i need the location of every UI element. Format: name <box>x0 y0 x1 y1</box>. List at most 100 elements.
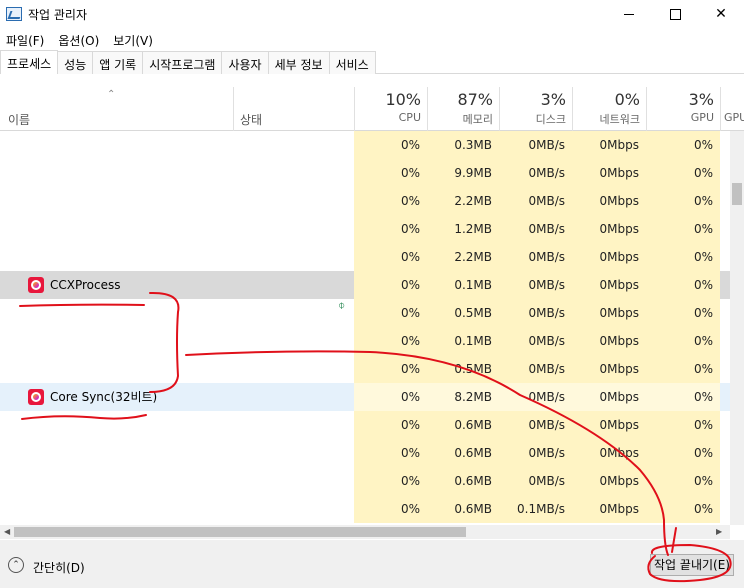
cell-gpu: 0% <box>646 299 720 327</box>
cell-net: 0Mbps <box>572 131 646 159</box>
cell-mem: 8.2MB <box>427 383 499 411</box>
cell-disk: 0MB/s <box>499 327 572 355</box>
table-row[interactable]: 0% 2.2MB 0MB/s 0Mbps 0% <box>0 187 730 215</box>
cell-net: 0Mbps <box>572 159 646 187</box>
maximize-button[interactable] <box>652 0 698 28</box>
table-row[interactable]: 0% 0.6MB 0MB/s 0Mbps 0% <box>0 467 730 495</box>
process-name: CCXProcess <box>50 278 121 292</box>
horizontal-scroll-thumb[interactable] <box>14 527 466 537</box>
window-title: 작업 관리자 <box>28 8 88 22</box>
cpu-label: CPU <box>398 111 421 124</box>
leaf-icon: ⌽ <box>338 298 346 312</box>
column-gpu[interactable]: 3% GPU <box>646 87 720 131</box>
column-memory[interactable]: 87% 메모리 <box>427 87 499 131</box>
cell-cpu: 0% <box>354 439 427 467</box>
column-disk[interactable]: 3% 디스크 <box>499 87 572 131</box>
cell-cpu: 0% <box>354 355 427 383</box>
table-row[interactable]: 0% 0.6MB 0MB/s 0Mbps 0% <box>0 439 730 467</box>
scroll-left-icon[interactable]: ◀ <box>4 527 10 536</box>
cell-gpu: 0% <box>646 467 720 495</box>
cell-gpu: 0% <box>646 271 720 299</box>
menu-file[interactable]: 파일(F) <box>0 29 52 49</box>
cell-cpu: 0% <box>354 299 427 327</box>
table-row[interactable]: 0% 9.9MB 0MB/s 0Mbps 0% <box>0 159 730 187</box>
column-name[interactable]: 이름 <box>8 111 30 128</box>
menu-view[interactable]: 보기(V) <box>107 29 161 49</box>
table-row[interactable]: 0% 0.3MB 0MB/s 0Mbps 0% <box>0 131 730 159</box>
end-task-button[interactable]: 작업 끝내기(E) <box>650 554 734 576</box>
creative-cloud-icon <box>28 389 44 405</box>
gpu-engine-label: GPU <box>724 111 744 124</box>
cell-gpu: 0% <box>646 243 720 271</box>
tab-bar: 프로세스 성능 앱 기록 시작프로그램 사용자 세부 정보 서비스 <box>0 50 744 74</box>
gpu-percent: 3% <box>688 90 714 109</box>
fewer-details-link[interactable]: 간단히(D) <box>33 559 85 576</box>
cell-gpu: 0% <box>646 411 720 439</box>
close-button[interactable]: ✕ <box>698 0 744 28</box>
process-list: 0% 0.3MB 0MB/s 0Mbps 0% 0% 9.9MB 0MB/s 0Mbps 0% 0%… <box>0 131 730 527</box>
cell-gpu: 0% <box>646 187 720 215</box>
disk-percent: 3% <box>540 90 566 109</box>
tab-app-history[interactable]: 앱 기록 <box>93 51 144 74</box>
cell-net: 0Mbps <box>572 299 646 327</box>
vertical-scroll-thumb[interactable] <box>732 183 742 205</box>
table-row[interactable]: 0% 1.2MB 0MB/s 0Mbps 0% <box>0 215 730 243</box>
cell-gpu: 0% <box>646 131 720 159</box>
memory-label: 메모리 <box>462 113 493 126</box>
cell-disk: 0MB/s <box>499 439 572 467</box>
tab-performance[interactable]: 성능 <box>58 51 94 74</box>
cell-disk: 0MB/s <box>499 383 572 411</box>
cpu-percent: 10% <box>385 90 421 109</box>
network-percent: 0% <box>614 90 640 109</box>
tab-services[interactable]: 서비스 <box>329 51 376 74</box>
minimize-button[interactable] <box>606 0 652 28</box>
cell-mem: 0.5MB <box>427 355 499 383</box>
scroll-right-icon[interactable]: ▶ <box>716 527 722 536</box>
tab-details[interactable]: 세부 정보 <box>268 51 330 74</box>
creative-cloud-icon <box>28 277 44 293</box>
cell-cpu: 0% <box>354 159 427 187</box>
table-row[interactable]: 0% 0.5MB 0MB/s 0Mbps 0% <box>0 355 730 383</box>
cell-net: 0Mbps <box>572 495 646 523</box>
cell-mem: 0.6MB <box>427 495 499 523</box>
cell-net: 0Mbps <box>572 243 646 271</box>
table-row[interactable]: 0% 0.5MB 0MB/s 0Mbps 0% <box>0 299 730 327</box>
column-header: ⌃ 이름 상태 10% CPU 87% 메모리 3% 디스크 0% 네트워크 3… <box>0 87 744 131</box>
table-row[interactable]: 0% 2.2MB 0MB/s 0Mbps 0% <box>0 243 730 271</box>
column-gpu-engine[interactable]: 0 GPU <box>720 87 744 131</box>
table-row[interactable]: 0% 0.6MB 0MB/s 0Mbps 0% <box>0 411 730 439</box>
cell-mem: 1.2MB <box>427 215 499 243</box>
cell-disk: 0MB/s <box>499 215 572 243</box>
cell-net: 0Mbps <box>572 355 646 383</box>
cell-disk: 0MB/s <box>499 355 572 383</box>
cell-mem: 0.6MB <box>427 467 499 495</box>
cell-gpu: 0% <box>646 383 720 411</box>
cell-gpu: 0% <box>646 355 720 383</box>
cell-disk: 0MB/s <box>499 271 572 299</box>
column-network[interactable]: 0% 네트워크 <box>572 87 646 131</box>
vertical-scrollbar[interactable] <box>730 131 744 525</box>
cell-mem: 0.6MB <box>427 439 499 467</box>
cell-cpu: 0% <box>354 495 427 523</box>
cell-cpu: 0% <box>354 327 427 355</box>
horizontal-scrollbar[interactable]: ◀ ▶ <box>0 525 730 539</box>
column-status[interactable]: 상태 <box>240 111 262 128</box>
menu-bar: 파일(F) 옵션(O) 보기(V) <box>0 29 161 49</box>
cell-gpu: 0% <box>646 495 720 523</box>
table-row[interactable]: 0% 0.6MB 0.1MB/s 0Mbps 0% <box>0 495 730 523</box>
cell-mem: 9.9MB <box>427 159 499 187</box>
cell-cpu: 0% <box>354 131 427 159</box>
chevron-up-icon[interactable]: ⌃ <box>8 557 24 573</box>
process-name: Core Sync(32비트) <box>50 390 158 404</box>
column-cpu[interactable]: 10% CPU <box>354 87 427 131</box>
tab-users[interactable]: 사용자 <box>222 51 269 74</box>
table-row[interactable]: 0% 0.1MB 0MB/s 0Mbps 0% <box>0 327 730 355</box>
cell-mem: 2.2MB <box>427 187 499 215</box>
task-manager-icon <box>6 7 22 21</box>
table-row[interactable]: Core Sync(32비트) 0% 8.2MB 0MB/s 0Mbps 0% <box>0 383 730 411</box>
menu-options[interactable]: 옵션(O) <box>52 29 107 49</box>
tab-startup[interactable]: 시작프로그램 <box>143 51 223 74</box>
tab-processes[interactable]: 프로세스 <box>0 50 59 74</box>
table-row[interactable]: CCXProcess 0% 0.1MB 0MB/s 0Mbps 0% <box>0 271 730 299</box>
cell-mem: 0.1MB <box>427 271 499 299</box>
